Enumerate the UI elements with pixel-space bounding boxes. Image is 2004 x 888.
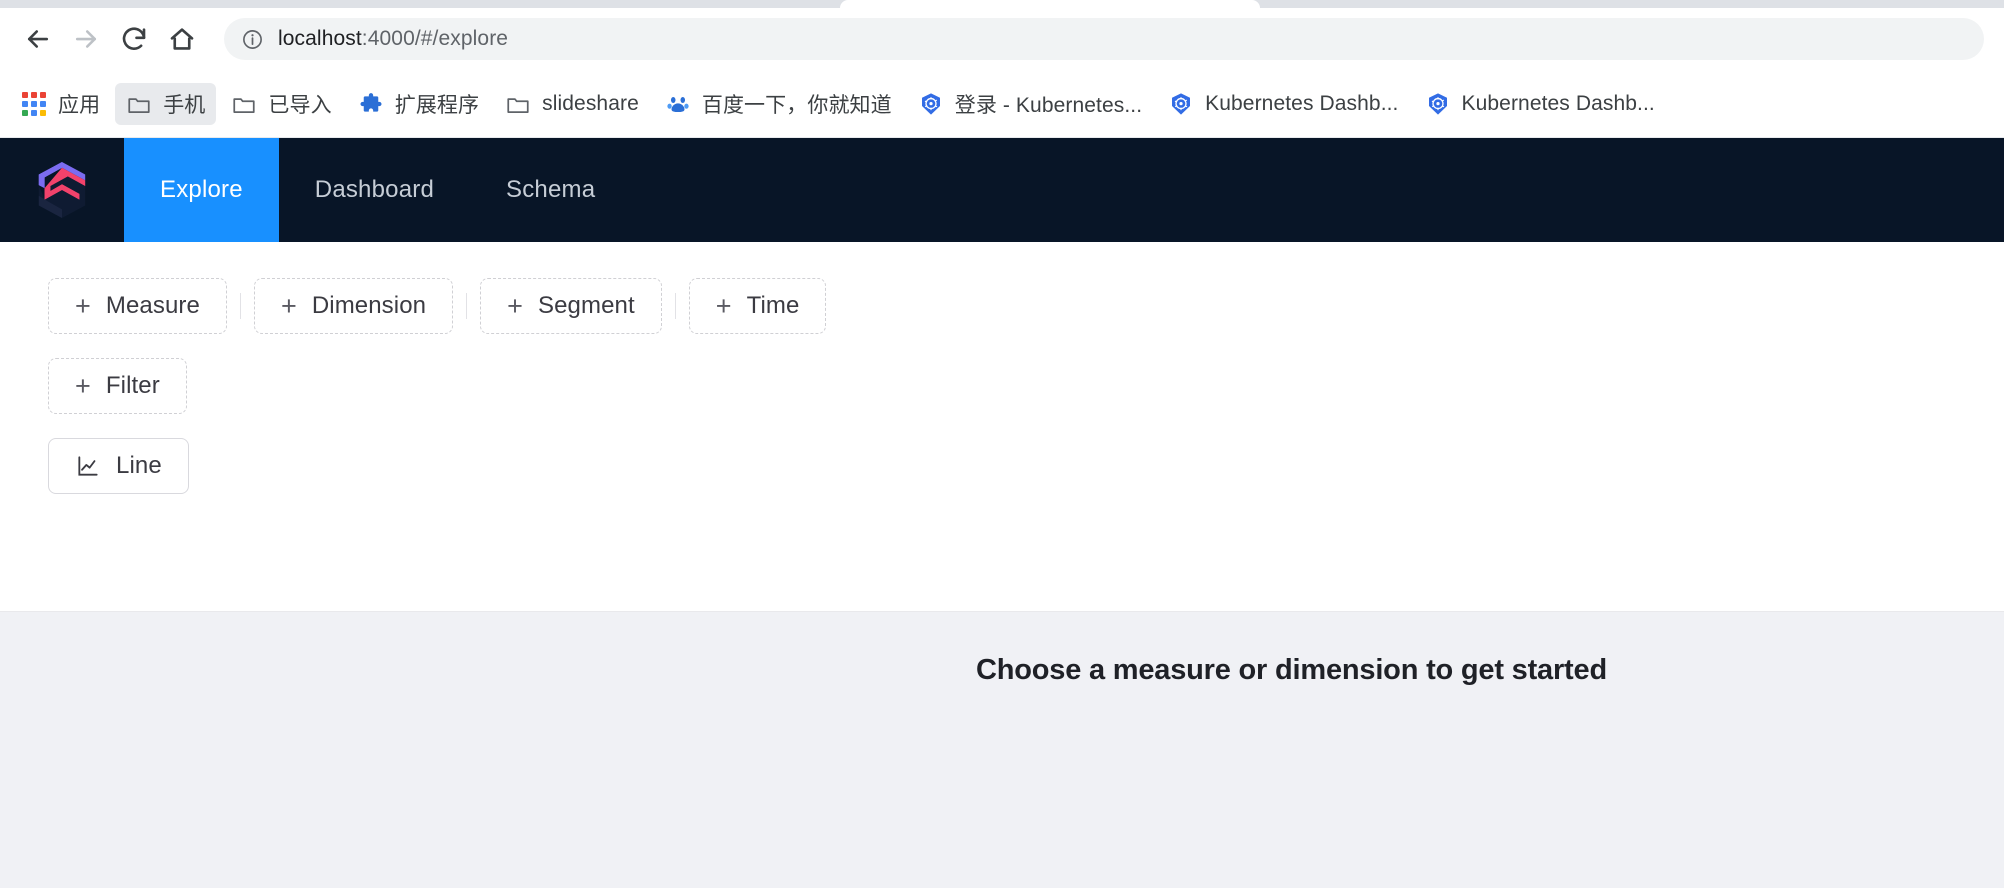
forward-button[interactable] bbox=[62, 15, 110, 63]
tab-label: Explore bbox=[160, 176, 243, 203]
button-label: Segment bbox=[537, 292, 635, 319]
reload-button[interactable] bbox=[110, 15, 158, 63]
cube-logo-icon bbox=[33, 159, 91, 221]
bookmark-label: 手机 bbox=[163, 93, 206, 117]
bookmarks-bar: 应用 手机 已导入 扩展程序 slideshare 百度一下，你就知道 登录 -… bbox=[0, 70, 2004, 138]
plus-icon: + bbox=[75, 290, 91, 321]
builder-row-filter: + Filter bbox=[48, 358, 2004, 414]
reload-icon bbox=[119, 24, 149, 54]
baidu-paw-icon bbox=[665, 91, 691, 117]
app-logo[interactable] bbox=[0, 138, 124, 242]
address-bar[interactable]: localhost:4000/#/explore bbox=[224, 18, 1984, 60]
bookmark-kubernetes-login[interactable]: 登录 - Kubernetes... bbox=[907, 83, 1153, 125]
url-text: localhost:4000/#/explore bbox=[278, 27, 508, 51]
bookmark-label: Kubernetes Dashb... bbox=[1205, 91, 1399, 115]
bookmark-kubernetes-dashboard-2[interactable]: Kubernetes Dashb... bbox=[1414, 83, 1666, 125]
button-label: Filter bbox=[105, 372, 160, 399]
arrow-left-icon bbox=[23, 24, 53, 54]
bookmark-folder-imported[interactable]: 已导入 bbox=[220, 83, 342, 125]
line-chart-icon bbox=[75, 453, 101, 479]
builder-row-primary: + Measure + Dimension + Segment + Time bbox=[48, 278, 2004, 334]
tab-strip[interactable] bbox=[0, 0, 2004, 8]
tab-label: Schema bbox=[506, 176, 596, 203]
tab-dashboard[interactable]: Dashboard bbox=[279, 138, 470, 242]
folder-icon bbox=[231, 91, 257, 117]
divider bbox=[674, 293, 676, 319]
button-label: Time bbox=[746, 292, 800, 319]
add-segment-button[interactable]: + Segment bbox=[480, 278, 662, 334]
kubernetes-icon bbox=[918, 91, 944, 117]
arrow-right-icon bbox=[71, 24, 101, 54]
bookmark-label: 百度一下，你就知道 bbox=[701, 93, 892, 117]
divider bbox=[466, 293, 468, 319]
button-label: Dimension bbox=[311, 292, 427, 319]
plus-icon: + bbox=[715, 290, 732, 321]
bookmark-folder-phone[interactable]: 手机 bbox=[115, 82, 217, 125]
add-filter-button[interactable]: + Filter bbox=[48, 358, 187, 414]
tab-label: Dashboard bbox=[314, 176, 434, 203]
kubernetes-icon bbox=[1168, 91, 1194, 117]
builder-row-chart-type: Line bbox=[48, 438, 2004, 494]
plus-icon: + bbox=[75, 370, 91, 401]
browser-toolbar: localhost:4000/#/explore bbox=[0, 8, 2004, 70]
app-navbar: Explore Dashboard Schema bbox=[0, 138, 2004, 242]
tab-schema[interactable]: Schema bbox=[470, 138, 631, 242]
bookmark-apps[interactable]: 应用 bbox=[10, 83, 111, 125]
site-info-icon[interactable] bbox=[240, 27, 264, 51]
add-time-button[interactable]: + Time bbox=[688, 278, 827, 334]
active-browser-tab[interactable] bbox=[840, 0, 1260, 8]
folder-icon bbox=[126, 91, 152, 117]
bookmark-extensions[interactable]: 扩展程序 bbox=[347, 83, 490, 125]
plus-icon: + bbox=[280, 290, 297, 321]
button-label: Measure bbox=[105, 292, 200, 319]
bookmark-label: 已导入 bbox=[268, 93, 332, 117]
result-area: Choose a measure or dimension to get sta… bbox=[0, 612, 2004, 888]
chart-type-button[interactable]: Line bbox=[48, 438, 189, 494]
puzzle-piece-icon bbox=[358, 91, 384, 117]
back-button[interactable] bbox=[14, 15, 62, 63]
url-path: :4000/#/explore bbox=[361, 27, 509, 50]
tab-explore[interactable]: Explore bbox=[124, 138, 279, 242]
empty-state-message: Choose a measure or dimension to get sta… bbox=[976, 654, 1607, 686]
folder-icon bbox=[505, 91, 531, 117]
plus-icon: + bbox=[507, 290, 523, 321]
add-dimension-button[interactable]: + Dimension bbox=[253, 278, 454, 334]
bookmark-label: 应用 bbox=[58, 93, 101, 117]
bookmark-label: Kubernetes Dashb... bbox=[1461, 91, 1655, 115]
add-measure-button[interactable]: + Measure bbox=[48, 278, 227, 334]
button-label: Line bbox=[116, 452, 162, 479]
home-icon bbox=[167, 24, 197, 54]
kubernetes-icon bbox=[1425, 91, 1451, 117]
bookmark-baidu[interactable]: 百度一下，你就知道 bbox=[654, 83, 903, 125]
query-builder-panel: + Measure + Dimension + Segment + Time +… bbox=[0, 242, 2004, 612]
bookmark-label: slideshare bbox=[542, 91, 639, 115]
bookmark-kubernetes-dashboard-1[interactable]: Kubernetes Dashb... bbox=[1157, 83, 1409, 125]
divider bbox=[239, 293, 241, 319]
bookmark-label: 登录 - Kubernetes... bbox=[954, 93, 1143, 117]
home-button[interactable] bbox=[158, 15, 206, 63]
browser-chrome: localhost:4000/#/explore 应用 手机 已导入 扩展程序 … bbox=[0, 0, 2004, 138]
bookmark-folder-slideshare[interactable]: slideshare bbox=[494, 83, 650, 125]
apps-grid-icon bbox=[21, 91, 47, 117]
url-host: localhost bbox=[278, 27, 362, 50]
bookmark-label: 扩展程序 bbox=[394, 93, 480, 117]
